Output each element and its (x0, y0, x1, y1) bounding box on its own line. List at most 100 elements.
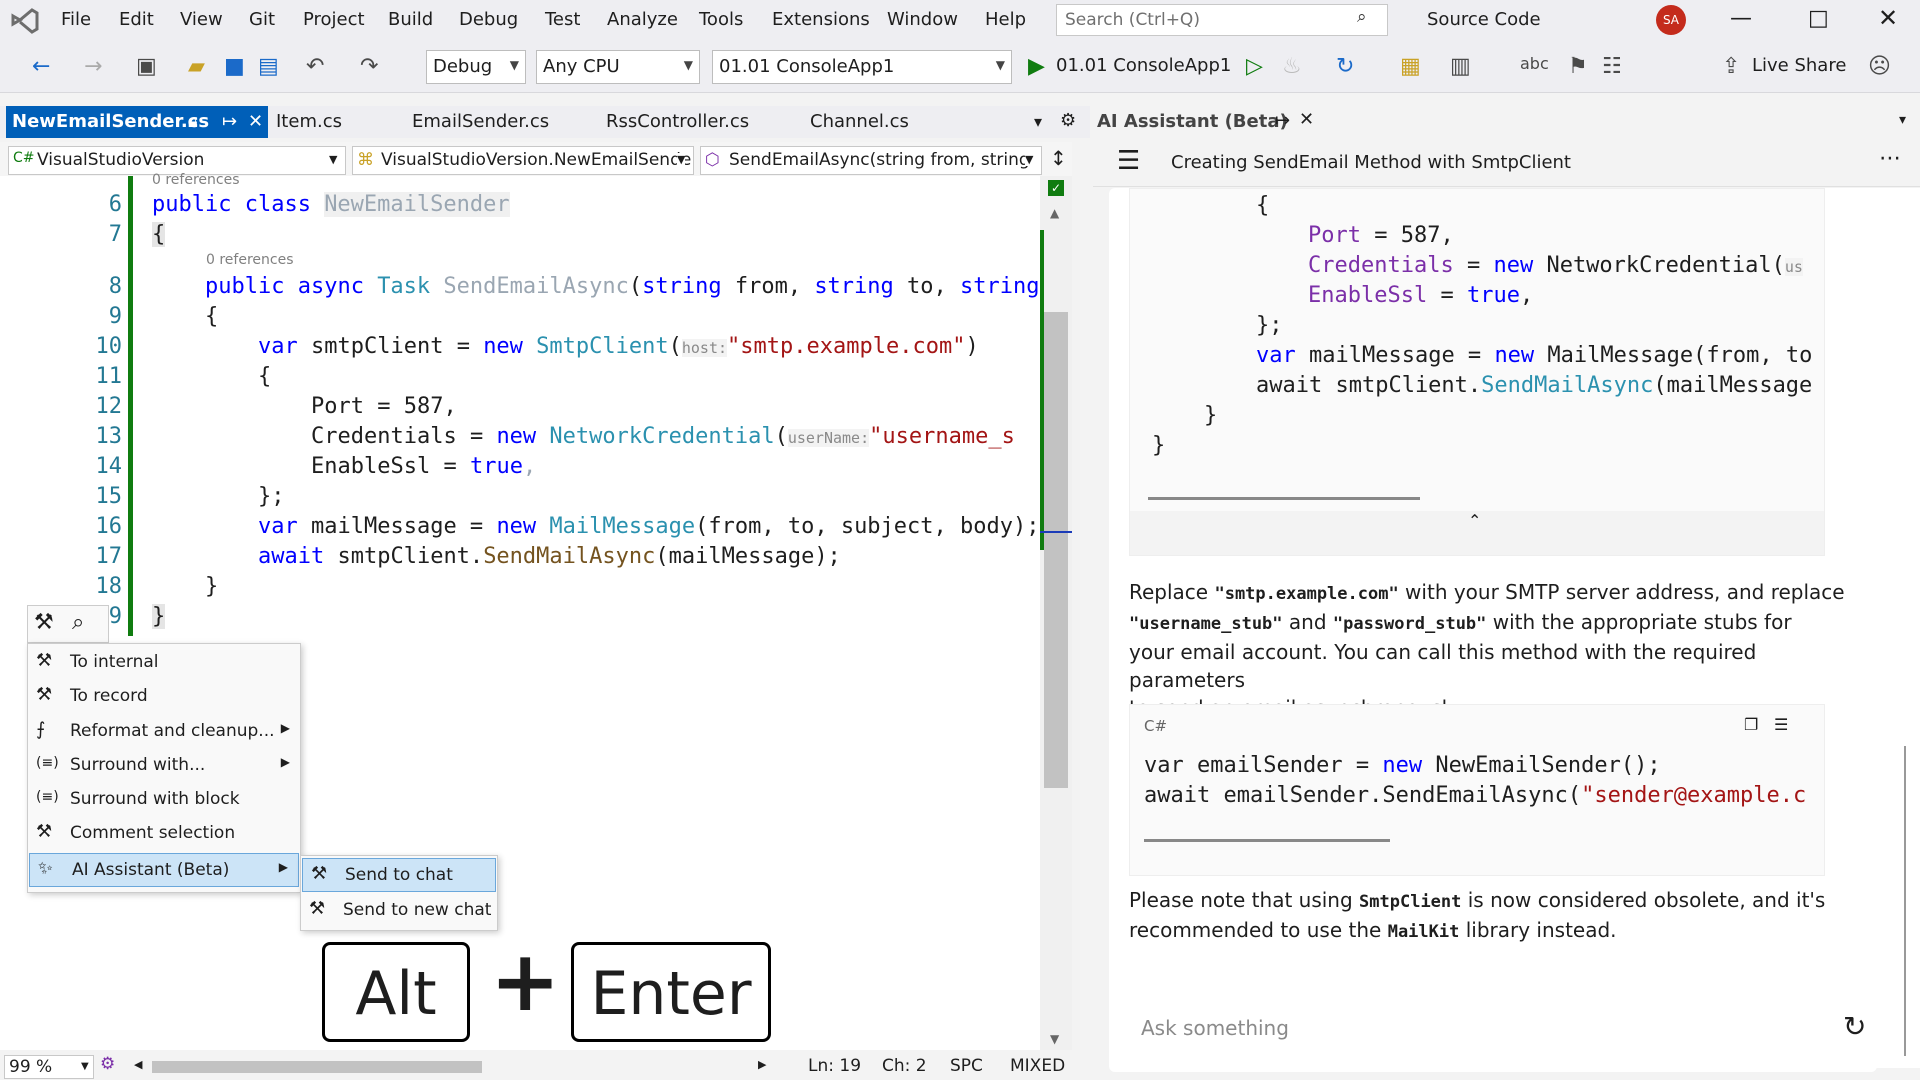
minimize-icon[interactable]: — (1730, 6, 1752, 31)
menu-reformat-cleanup[interactable]: ⨍ Reformat and cleanup... ▶ (28, 715, 300, 747)
class-references[interactable]: 0 references (152, 172, 240, 188)
copy-icon[interactable]: ❐ (1744, 715, 1758, 734)
menu-git[interactable]: Git (249, 9, 275, 30)
spellcheck-icon[interactable]: abc (1520, 54, 1549, 73)
horizontal-scrollbar-thumb[interactable] (152, 1061, 482, 1073)
visual-studio-logo[interactable] (10, 6, 40, 43)
redo-icon[interactable]: ↷ (360, 54, 378, 79)
code-token: }; (258, 484, 285, 509)
run-button-label[interactable]: 01.01 ConsoleApp1 (1056, 55, 1231, 76)
menu-build[interactable]: Build (388, 9, 433, 30)
tab-rss-controller[interactable]: RssController.cs (598, 106, 788, 138)
undo-icon[interactable]: ↶ (306, 54, 324, 79)
startup-project-select[interactable]: 01.01 ConsoleApp1 ▼ (712, 50, 1012, 84)
chat-scrollbar[interactable] (1904, 746, 1906, 1056)
close-tab-icon[interactable]: ✕ (248, 111, 263, 132)
scroll-right-icon[interactable]: ▶ (758, 1058, 766, 1071)
live-share-button[interactable]: Live Share (1752, 55, 1846, 76)
feedback-icon[interactable]: ☹ (1868, 54, 1891, 79)
menu-tools[interactable]: Tools (699, 9, 743, 30)
menu-window[interactable]: Window (887, 9, 958, 30)
column-indicator[interactable]: Ch: 2 (882, 1056, 927, 1076)
panel-options-icon[interactable]: ▾ (1899, 112, 1906, 128)
regenerate-icon[interactable]: ↻ (1843, 1010, 1866, 1043)
save-icon[interactable]: ■ (224, 54, 245, 79)
refresh-icon[interactable]: ↻ (1336, 54, 1354, 79)
menu-edit[interactable]: Edit (119, 9, 154, 30)
menu-to-internal[interactable]: ⚒ To internal (28, 646, 300, 678)
zoom-select[interactable]: 99 % ▼ (4, 1055, 94, 1079)
menu-send-to-chat[interactable]: ⚒ Send to chat (302, 858, 496, 892)
split-editor-icon[interactable]: ↕ (1050, 146, 1067, 170)
menu-file[interactable]: File (61, 9, 91, 30)
run-without-debug-icon[interactable]: ▷ (1246, 54, 1263, 79)
more-options-icon[interactable]: ⋯ (1879, 146, 1901, 171)
forward-icon[interactable]: → (84, 54, 102, 79)
tab-new-email-sender[interactable]: NewEmailSender.cs 🔒︎ ↦ ✕ (6, 106, 268, 138)
menu-ai-assistant[interactable]: ✨︎ AI Assistant (Beta) ▶ (29, 853, 299, 887)
compare-icon[interactable]: ☷ (1602, 54, 1622, 79)
vertical-scrollbar[interactable]: ✓ ▲ ▼ (1040, 176, 1072, 1050)
hot-reload-icon[interactable]: ♨ (1282, 54, 1302, 79)
menu-test[interactable]: Test (545, 9, 580, 30)
pin-icon[interactable]: ↦ (1275, 110, 1290, 131)
back-icon[interactable]: ← (32, 54, 50, 79)
code-token: smtpClient. (324, 544, 484, 569)
tab-email-sender[interactable]: EmailSender.cs (404, 106, 584, 138)
tab-channel[interactable]: Channel.cs (802, 106, 962, 138)
code-scrollbar[interactable] (1144, 839, 1390, 842)
method-references[interactable]: 0 references (206, 252, 294, 268)
new-project-icon[interactable]: ▣ (136, 54, 157, 79)
code-editor[interactable]: 0 references 0 references 6 7 8 9 10 11 … (0, 172, 1072, 1050)
bookmark-icon[interactable]: ⚑ (1568, 54, 1588, 79)
pin-icon[interactable]: ↦ (222, 111, 237, 132)
line-ending-indicator[interactable]: MIXED (1010, 1056, 1065, 1076)
code-token: (mailMessage); (655, 544, 841, 569)
platform-select[interactable]: Any CPU ▼ (536, 50, 700, 84)
configuration-select[interactable]: Debug ▼ (426, 50, 526, 84)
close-window-icon[interactable]: ✕ (1878, 4, 1898, 32)
menu-surround-with-block[interactable]: (≡) Surround with block (28, 783, 300, 815)
settings-gear-icon[interactable]: ⚙ (1060, 110, 1076, 131)
menu-help[interactable]: Help (985, 9, 1026, 30)
menu-comment-selection[interactable]: ⚒ Comment selection (28, 817, 300, 849)
tab-overflow-icon[interactable]: ▾ (1034, 112, 1042, 131)
open-folder-icon[interactable]: ▰ (188, 54, 205, 79)
scroll-left-icon[interactable]: ◀ (134, 1058, 142, 1071)
project-nav-select[interactable]: C# VisualStudioVersion ▼ (8, 146, 346, 175)
insert-icon[interactable]: ☰ (1774, 715, 1788, 734)
search-input[interactable]: Search (Ctrl+Q) ⌕ (1056, 4, 1388, 36)
chevron-up-icon: ⌃ (1468, 511, 1482, 530)
line-indicator[interactable]: Ln: 19 (808, 1056, 861, 1076)
type-nav-select[interactable]: ⌘ VisualStudioVersion.NewEmailSende ▼ (352, 146, 694, 175)
menu-send-to-new-chat[interactable]: ⚒ Send to new chat (301, 894, 497, 926)
close-panel-icon[interactable]: ✕ (1299, 109, 1314, 130)
tab-item[interactable]: Item.cs (268, 106, 398, 138)
menu-extensions[interactable]: Extensions (772, 9, 870, 30)
menu-surround-with[interactable]: (≡) Surround with... ▶ (28, 749, 300, 781)
save-all-icon[interactable]: ▤ (258, 54, 279, 79)
menu-to-record[interactable]: ⚒ To record (28, 680, 300, 712)
menu-debug[interactable]: Debug (459, 9, 518, 30)
search-action-icon[interactable]: ⌕ (72, 610, 84, 635)
health-icon[interactable]: ⚙ (100, 1054, 115, 1074)
ask-input[interactable]: Ask something ↻ (1109, 984, 1877, 1072)
scroll-down-icon[interactable]: ▼ (1050, 1032, 1059, 1046)
menu-analyze[interactable]: Analyze (607, 9, 678, 30)
hamburger-icon[interactable]: ☰ (1117, 146, 1140, 176)
scroll-up-icon[interactable]: ▲ (1050, 206, 1059, 220)
menu-view[interactable]: View (180, 9, 223, 30)
solution-explorer-icon[interactable]: ▦ (1400, 54, 1421, 79)
run-icon[interactable]: ▶ (1028, 54, 1045, 79)
avatar[interactable]: SA (1656, 5, 1686, 35)
hammer-icon[interactable]: ⚒ (34, 610, 54, 635)
member-nav-select[interactable]: ⬡ SendEmailAsync(string from, string ▼ (700, 146, 1042, 175)
menu-project[interactable]: Project (303, 9, 365, 30)
layout-icon[interactable]: ▥ (1450, 54, 1471, 79)
code-scrollbar[interactable] (1148, 497, 1420, 500)
scrollbar-thumb[interactable] (1044, 312, 1068, 788)
maximize-icon[interactable]: □ (1808, 6, 1829, 31)
collapse-bar[interactable]: ⌃ (1130, 511, 1824, 555)
live-share-icon[interactable]: ⇪ (1722, 54, 1740, 79)
whitespace-indicator[interactable]: SPC (950, 1056, 983, 1076)
